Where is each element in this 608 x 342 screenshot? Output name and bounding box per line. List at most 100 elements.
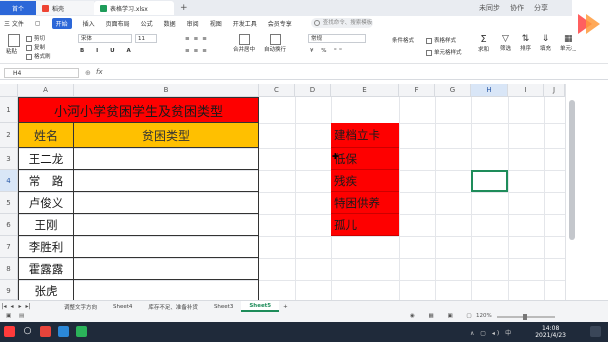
type-cell[interactable] xyxy=(74,280,259,300)
share-button[interactable]: 分享 xyxy=(534,3,548,13)
zoom-icon[interactable]: ⊕ xyxy=(85,69,91,77)
new-tab-icon[interactable]: + xyxy=(180,3,188,13)
select-all-corner[interactable] xyxy=(0,84,18,97)
system-clock[interactable]: 14:08 2021/4/23 xyxy=(535,325,566,339)
font-size-select[interactable]: 11 xyxy=(135,34,157,43)
column-header-a[interactable]: A xyxy=(18,84,74,97)
header-type-cell[interactable]: 贫困类型 xyxy=(74,123,259,148)
row-header-9[interactable]: 9 xyxy=(0,280,18,300)
tab-workbook[interactable]: 表格学习.xlsx xyxy=(94,1,174,15)
name-cell[interactable]: 卢俊义 xyxy=(18,192,74,214)
row-header-4[interactable]: 4 xyxy=(0,170,18,192)
row-header-8[interactable]: 8 xyxy=(0,258,18,280)
name-cell[interactable]: 常 路 xyxy=(18,170,74,192)
formula-input[interactable] xyxy=(112,68,602,78)
first-sheet-icon[interactable]: |◂ xyxy=(0,303,8,310)
format-painter-button[interactable]: 格式刷 xyxy=(26,52,51,60)
table-style-button[interactable]: 表格样式 xyxy=(426,36,456,44)
search-icon[interactable]: ○ xyxy=(22,326,33,337)
header-name-cell[interactable]: 姓名 xyxy=(18,123,74,148)
column-header-d[interactable]: D xyxy=(295,84,331,97)
tab-home[interactable]: 首个 xyxy=(0,1,36,15)
view-mode-icons[interactable]: ◉ ▦ ▣ ▢ xyxy=(410,313,478,319)
active-cell-selection[interactable] xyxy=(471,170,508,192)
menu-file[interactable]: 三 文件 xyxy=(4,19,24,28)
row-header-3[interactable]: 3 xyxy=(0,148,18,170)
sheet-tab[interactable]: Sheet3 xyxy=(206,304,241,310)
column-header-j[interactable]: J xyxy=(544,84,565,97)
filter-button[interactable]: ▽ 筛选 xyxy=(500,34,511,52)
font-family-select[interactable]: 宋体 xyxy=(78,34,132,43)
app-taskbar-icon[interactable] xyxy=(58,326,69,337)
vertical-scrollbar[interactable] xyxy=(565,84,608,300)
collab-button[interactable]: 协作 xyxy=(510,3,524,13)
column-header-h[interactable]: H xyxy=(471,84,508,97)
poverty-type-option[interactable]: 残疾 xyxy=(331,170,399,192)
sogou-input-icon[interactable] xyxy=(4,326,15,337)
menu-open-folder-icon[interactable]: ▢ xyxy=(35,20,41,27)
poverty-type-option[interactable]: 建档立卡 xyxy=(331,123,399,148)
sheet-title-cell[interactable]: 小河小学贫困学生及贫困类型 xyxy=(18,97,259,123)
menu-member[interactable]: 会员专享 xyxy=(268,19,292,28)
column-header-g[interactable]: G xyxy=(435,84,471,97)
menu-developer[interactable]: 开发工具 xyxy=(233,19,257,28)
tab-docer[interactable]: 稻壳 xyxy=(36,1,94,15)
sum-button[interactable]: Σ 求和 xyxy=(478,34,489,53)
spreadsheet-grid[interactable]: A B C D E F G H I J 1 2 3 4 5 6 7 8 9 小河… xyxy=(0,84,565,300)
sort-button[interactable]: ⇅ 排序 xyxy=(520,34,531,52)
sheet-tab[interactable]: Sheet4 xyxy=(105,304,140,310)
name-cell[interactable]: 李胜利 xyxy=(18,236,74,258)
command-search-input[interactable]: 查找命令、搜索模板 xyxy=(310,18,373,28)
scrollbar-thumb[interactable] xyxy=(569,100,575,240)
align-row2-buttons[interactable]: ≡≡≡ xyxy=(185,48,211,54)
column-header-e[interactable]: E xyxy=(331,84,399,97)
type-cell[interactable] xyxy=(74,258,259,280)
menu-review[interactable]: 审阅 xyxy=(187,19,199,28)
name-cell[interactable]: 霍露露 xyxy=(18,258,74,280)
menu-page-layout[interactable]: 页面布局 xyxy=(106,19,130,28)
row-header-7[interactable]: 7 xyxy=(0,236,18,258)
number-buttons[interactable]: ¥ % ⁰⁰ xyxy=(310,48,345,54)
type-cell[interactable] xyxy=(74,214,259,236)
name-box[interactable]: H4 xyxy=(4,68,79,78)
name-cell[interactable]: 王刚 xyxy=(18,214,74,236)
row-header-6[interactable]: 6 xyxy=(0,214,18,236)
column-header-f[interactable]: F xyxy=(399,84,435,97)
menu-formulas[interactable]: 公式 xyxy=(141,19,153,28)
notification-icon[interactable] xyxy=(590,326,601,337)
menu-insert[interactable]: 插入 xyxy=(83,19,95,28)
last-sheet-icon[interactable]: ▸| xyxy=(24,303,32,310)
copy-button[interactable]: 复制 xyxy=(26,43,45,51)
sheet-tab[interactable]: 调整文字方向 xyxy=(56,303,105,311)
type-cell[interactable] xyxy=(74,192,259,214)
column-header-i[interactable]: I xyxy=(508,84,544,97)
merge-button[interactable]: 合并居中 xyxy=(233,34,255,53)
paste-button[interactable]: 粘贴 xyxy=(6,34,20,55)
status-icons[interactable]: ▣ ▤ xyxy=(6,313,27,319)
row-header-5[interactable]: 5 xyxy=(0,192,18,214)
cut-button[interactable]: 剪切 xyxy=(26,34,45,42)
type-cell[interactable] xyxy=(74,170,259,192)
tray-icons[interactable]: ∧ ▢ ◂) 中 xyxy=(470,328,513,337)
poverty-type-option[interactable]: 特困供养 xyxy=(331,192,399,214)
wechat-taskbar-icon[interactable] xyxy=(76,326,87,337)
name-cell[interactable]: 王二龙 xyxy=(18,148,74,170)
zoom-slider-handle[interactable] xyxy=(523,314,527,320)
row-header-2[interactable]: 2 xyxy=(0,123,18,148)
menu-view[interactable]: 视图 xyxy=(210,19,222,28)
menu-home[interactable]: 开始 xyxy=(51,17,72,29)
number-format-select[interactable]: 常规 xyxy=(308,34,366,43)
column-header-c[interactable]: C xyxy=(259,84,295,97)
sheet-tab-active[interactable]: Sheet5 xyxy=(241,301,280,312)
prev-sheet-icon[interactable]: ◂ xyxy=(8,303,16,310)
fx-icon[interactable]: fx xyxy=(96,68,103,76)
row-header-1[interactable]: 1 xyxy=(0,97,18,123)
name-cell[interactable]: 张虎 xyxy=(18,280,74,300)
add-sheet-icon[interactable]: + xyxy=(283,304,288,310)
column-header-b[interactable]: B xyxy=(74,84,259,97)
font-style-buttons[interactable]: B I U A xyxy=(80,48,136,54)
sync-status[interactable]: 未同步 xyxy=(479,3,500,13)
menu-data[interactable]: 数据 xyxy=(164,19,176,28)
type-cell[interactable] xyxy=(74,236,259,258)
next-sheet-icon[interactable]: ▸ xyxy=(16,303,24,310)
